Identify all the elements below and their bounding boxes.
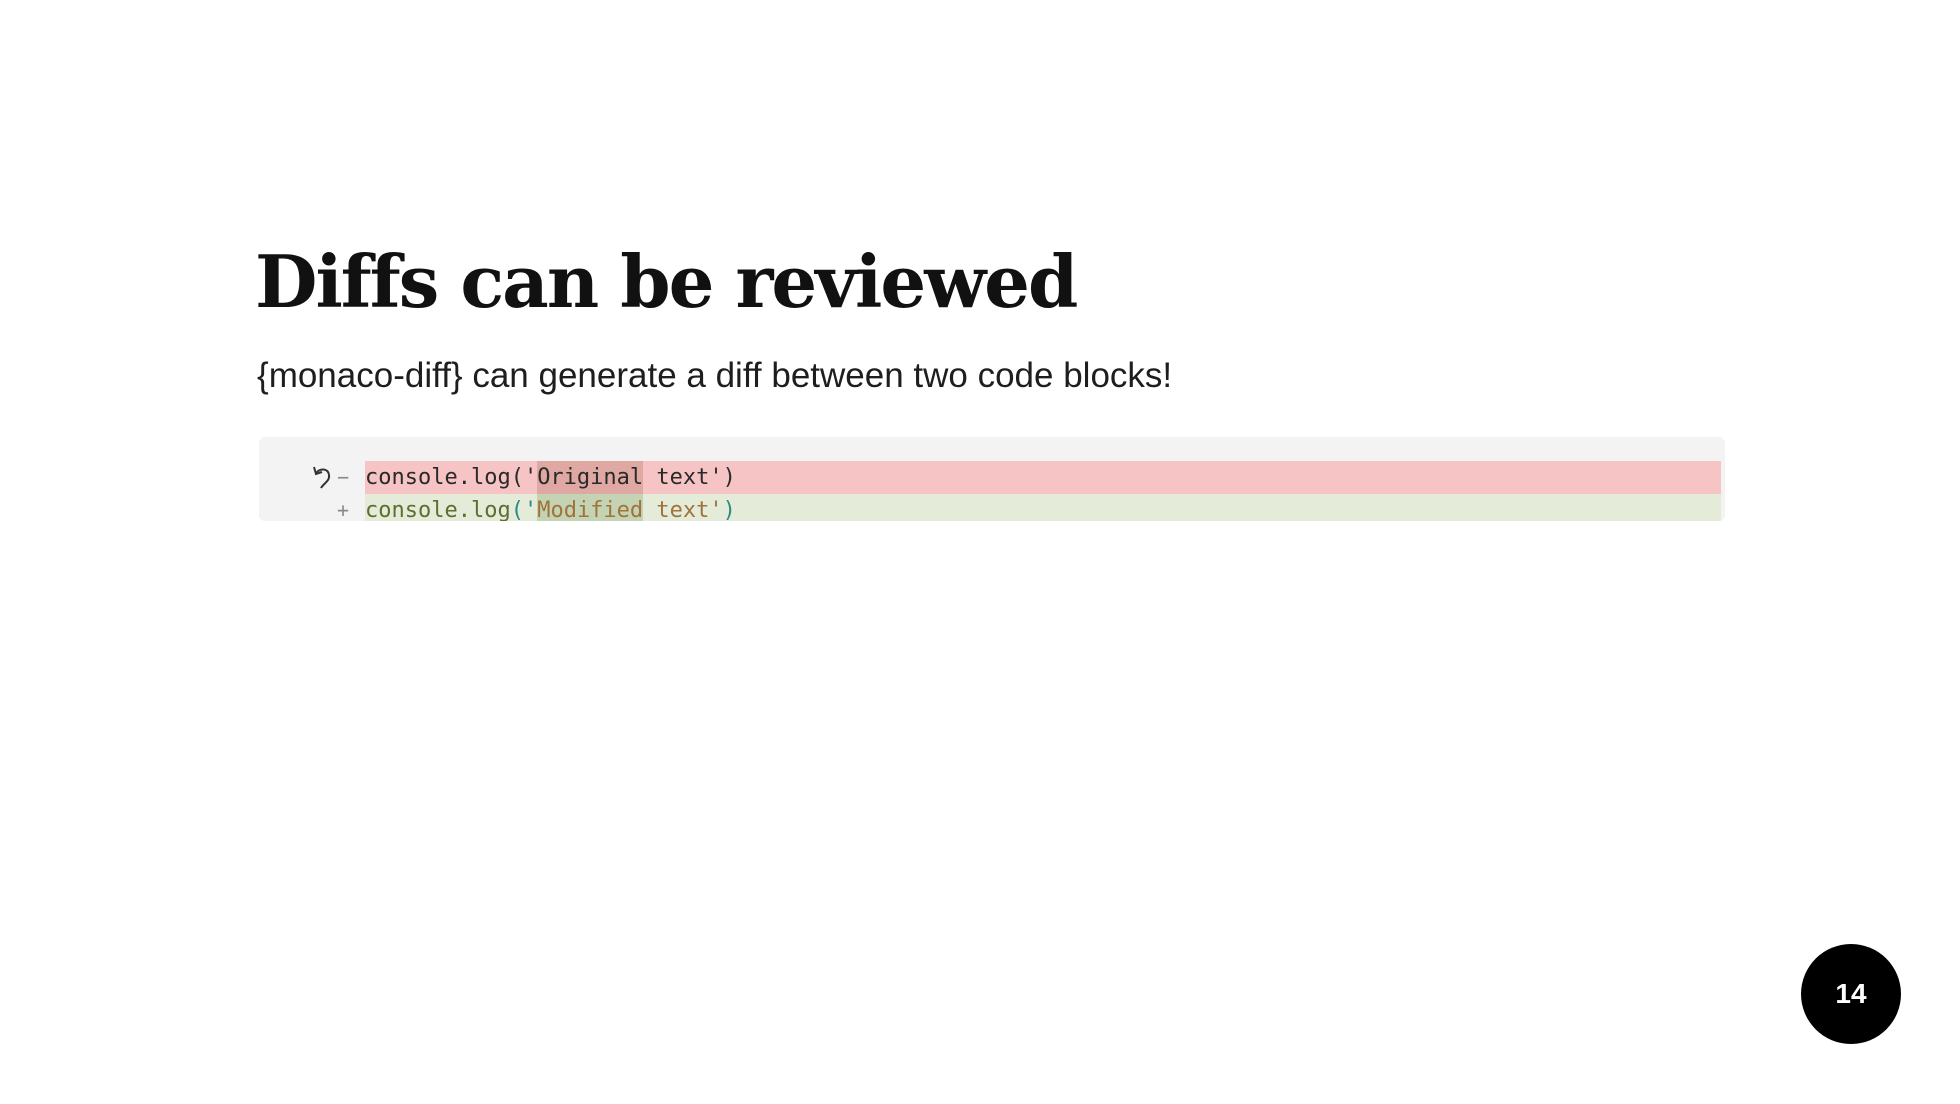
- slide-title: Diffs can be reviewed: [255, 239, 1078, 324]
- added-code-punc: (': [510, 498, 538, 521]
- removed-code-prefix: console.log(': [365, 465, 538, 490]
- added-code-suffix: text': [643, 498, 723, 521]
- slide-subtitle: {monaco-diff} can generate a diff betwee…: [257, 356, 1173, 395]
- added-code-close: ): [722, 498, 736, 521]
- added-code-ident: console.log: [365, 498, 511, 521]
- diff-line-added: + console.log('Modified text'): [259, 494, 1725, 521]
- removed-changed-word: Original: [537, 461, 644, 494]
- added-code[interactable]: console.log('Modified text'): [365, 494, 736, 521]
- page-number-badge: 14: [1801, 944, 1901, 1044]
- removed-marker: −: [337, 465, 350, 489]
- added-changed-word: Modified: [537, 494, 644, 521]
- slide: Diffs can be reviewed {monaco-diff} can …: [0, 0, 1960, 1104]
- removed-code[interactable]: console.log('Original text'): [365, 461, 736, 494]
- diff-line-removed: − console.log('Original text'): [259, 461, 1725, 494]
- diff-editor[interactable]: − console.log('Original text') + console…: [259, 437, 1725, 521]
- undo-arrow-icon[interactable]: [310, 464, 336, 492]
- added-marker: +: [337, 498, 350, 521]
- removed-code-suffix: text'): [643, 465, 736, 490]
